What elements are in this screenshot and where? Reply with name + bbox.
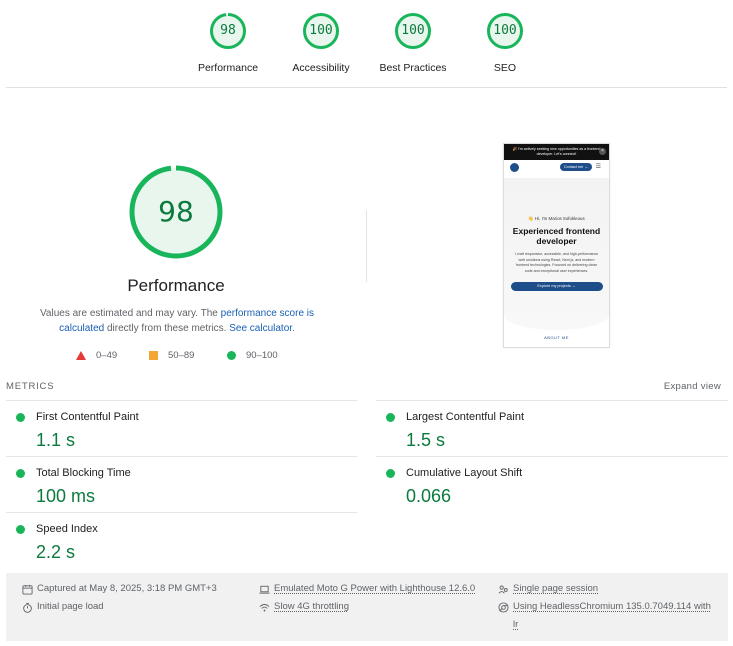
single-page-session[interactable]: Single page session [498, 583, 598, 598]
metric-value: 0.066 [406, 486, 452, 506]
metric-tbt: Total Blocking Time 100 ms [6, 459, 336, 511]
score-value: 100 [309, 23, 333, 38]
thumb-heading: Experienced frontend developer [512, 226, 601, 246]
final-screenshot-thumbnail[interactable]: 🎉 I'm actively seeking new opportunities… [503, 143, 610, 348]
metric-cls: Cumulative Layout Shift 0.066 [376, 459, 706, 511]
gauge-accessibility[interactable]: 100 Accessibility [271, 12, 371, 74]
desc-text: Values are estimated and may vary. The [39, 308, 221, 319]
thumb-explore-button: Explore my projects → [510, 282, 603, 292]
vertical-separator [366, 210, 367, 282]
thumb-banner-text: 🎉 I'm actively seeking new opportunities… [512, 147, 601, 156]
score-ring: 100 [302, 12, 340, 50]
metrics-header: METRICS [6, 381, 55, 392]
legend-range: 50–89 [168, 350, 195, 361]
gauge-label: Performance [197, 62, 259, 74]
metric-value: 1.5 s [406, 430, 446, 450]
metric-divider [376, 456, 728, 457]
desc-text: . [292, 323, 295, 334]
gauge-seo[interactable]: 100 SEO [455, 12, 555, 74]
legend-range: 90–100 [246, 350, 278, 361]
square-icon [149, 351, 158, 360]
calendar-icon [22, 584, 33, 595]
thumb-hero: 👋 Hi, I'm Marios Sofokleous Experienced … [504, 178, 609, 330]
network-throttling[interactable]: Slow 4G throttling [259, 601, 349, 616]
browser-line-1: Using HeadlessChromium 135.0.7049.114 wi… [513, 601, 711, 612]
score-ring: 100 [486, 12, 524, 50]
close-icon: × [599, 148, 606, 155]
metric-value: 1.1 s [36, 430, 76, 450]
metric-name: Speed Index [36, 523, 98, 535]
score-value: 100 [493, 23, 517, 38]
circle-icon [386, 469, 395, 478]
metric-value: 100 ms [36, 486, 96, 506]
gauge-best-practices[interactable]: 100 Best Practices [363, 12, 463, 74]
expand-view-toggle[interactable]: Expand view [664, 381, 721, 392]
legend-average: 50–89 [149, 350, 194, 361]
browser-line-2: lr [513, 619, 519, 630]
captured-text: Captured at May 8, 2025, 3:18 PM GMT+3 [37, 583, 217, 594]
legend-pass: 90–100 [227, 350, 278, 361]
metric-divider [6, 512, 357, 513]
captured-at: Captured at May 8, 2025, 3:18 PM GMT+3 [22, 583, 217, 598]
metric-value: 2.2 s [36, 542, 76, 562]
top-divider [6, 87, 727, 88]
menu-icon: ☰ [595, 164, 601, 170]
metric-divider [6, 400, 357, 401]
metric-fcp: First Contentful Paint 1.1 s [6, 403, 336, 455]
session-text: Single page session [513, 583, 599, 594]
performance-gauge: 98 [126, 162, 226, 262]
load-text: Initial page load [37, 601, 104, 612]
metric-name: First Contentful Paint [36, 411, 139, 423]
performance-title: Performance [127, 276, 225, 295]
emulated-device[interactable]: Emulated Moto G Power with Lighthouse 12… [259, 583, 475, 598]
thumb-greeting: 👋 Hi, I'm Marios Sofokleous [528, 216, 585, 221]
metric-divider [376, 400, 728, 401]
score-value: 98 [220, 23, 236, 38]
metric-name: Total Blocking Time [36, 467, 131, 479]
score-ring: 100 [394, 12, 432, 50]
thumb-nav: Contact me → ☰ [504, 160, 609, 174]
legend-fail: 0–49 [76, 350, 117, 361]
thumb-banner: 🎉 I'm actively seeking new opportunities… [504, 144, 609, 160]
circle-icon [16, 525, 25, 534]
circle-icon [16, 469, 25, 478]
chrome-icon [498, 602, 509, 613]
wifi-icon [259, 604, 270, 612]
performance-description: Values are estimated and may vary. The p… [36, 306, 318, 336]
circle-icon [386, 413, 395, 422]
people-icon [498, 585, 508, 594]
device-text: Emulated Moto G Power with Lighthouse 12… [274, 583, 476, 594]
gauge-label: Best Practices [379, 62, 447, 74]
metric-divider [6, 456, 357, 457]
metric-name: Largest Contentful Paint [406, 411, 525, 423]
browser-text: Using HeadlessChromium 135.0.7049.114 wi… [513, 598, 711, 634]
performance-score: 98 [158, 195, 194, 228]
metric-speed-index: Speed Index 2.2 s [6, 515, 336, 567]
score-legend: 0–49 50–89 90–100 [76, 350, 296, 364]
throttling-text: Slow 4G throttling [274, 601, 349, 612]
gauge-label: Accessibility [292, 62, 350, 74]
runtime-settings: Captured at May 8, 2025, 3:18 PM GMT+3 I… [6, 573, 728, 641]
triangle-icon [76, 351, 86, 360]
metric-lcp: Largest Contentful Paint 1.5 s [376, 403, 706, 455]
browser-info[interactable]: Using HeadlessChromium 135.0.7049.114 wi… [498, 601, 711, 634]
circle-icon [16, 413, 25, 422]
initial-load: Initial page load [22, 601, 104, 616]
laptop-icon [259, 585, 270, 594]
thumb-about: ABOUT ME [544, 335, 569, 340]
desc-text: directly from these metrics. [104, 323, 230, 334]
metric-name: Cumulative Layout Shift [406, 467, 523, 479]
gauge-label: SEO [493, 62, 517, 74]
score-value: 100 [401, 23, 425, 38]
gauge-performance[interactable]: 98 Performance [178, 12, 278, 74]
logo-icon [510, 163, 519, 172]
category-gauges: 98 Performance 100 Accessibility 100 Bes… [0, 12, 733, 76]
legend-range: 0–49 [96, 350, 118, 361]
thumb-paragraph: I craft responsive, accessible, and high… [514, 252, 599, 273]
thumb-contact-button: Contact me → [560, 163, 592, 171]
circle-icon [227, 351, 236, 360]
stopwatch-icon [23, 602, 32, 613]
score-ring: 98 [209, 12, 247, 50]
see-calculator-link[interactable]: See calculator [229, 323, 292, 334]
